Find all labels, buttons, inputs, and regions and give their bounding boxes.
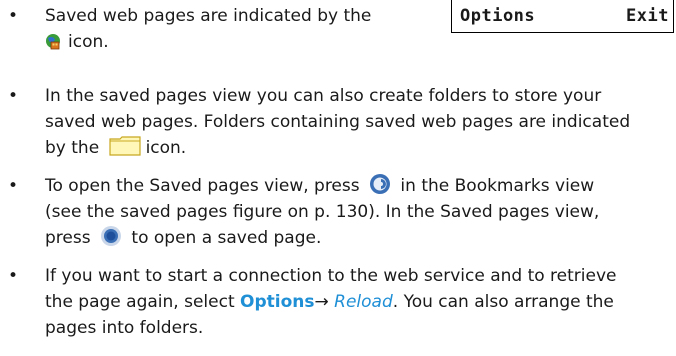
text-line: the page again, select [45, 292, 235, 312]
arrow-separator: → [314, 292, 329, 312]
text-line: to open a saved page. [131, 228, 322, 248]
text-line: by the [45, 138, 100, 158]
reload-menu-reference: Reload [334, 292, 393, 312]
bullet-marker: • [8, 176, 19, 196]
bullet-marker: • [8, 266, 19, 286]
text-line: icon. [68, 32, 109, 52]
text-line: icon. [145, 138, 187, 158]
text-line: press [45, 228, 91, 248]
navi-scroll-key-icon [369, 173, 391, 195]
options-menu-reference: Options [240, 292, 315, 312]
options-softkey[interactable]: Options [460, 6, 535, 26]
bullet-text: In the saved pages view you can also cre… [45, 83, 630, 161]
exit-softkey[interactable]: Exit [626, 6, 669, 26]
text-line: (see the saved pages figure on p. 130). … [45, 202, 600, 222]
text-line: In the saved pages view you can also cre… [45, 86, 602, 106]
text-line: pages into folders. [45, 318, 204, 338]
text-line: in the Bookmarks view [400, 176, 595, 196]
bullet-text: If you want to start a connection to the… [45, 263, 616, 341]
navi-select-key-icon [100, 225, 122, 247]
text-line: saved web pages. Folders containing save… [45, 112, 631, 132]
text-line: Saved web pages are indicated by the [45, 6, 372, 26]
bullet-marker: • [8, 6, 19, 26]
bullet-marker: • [8, 86, 19, 106]
folder-icon [108, 136, 142, 156]
text-line: If you want to start a connection to the… [45, 266, 617, 286]
bullet-text: To open the Saved pages view, press in t… [45, 173, 599, 251]
text-line: . You can also arrange the [392, 292, 614, 312]
softkey-bar: Options Exit [451, 0, 674, 33]
saved-page-icon [45, 32, 62, 49]
bullet-text: Saved web pages are indicated by the ico… [45, 3, 371, 55]
text-line: To open the Saved pages view, press [45, 176, 360, 196]
